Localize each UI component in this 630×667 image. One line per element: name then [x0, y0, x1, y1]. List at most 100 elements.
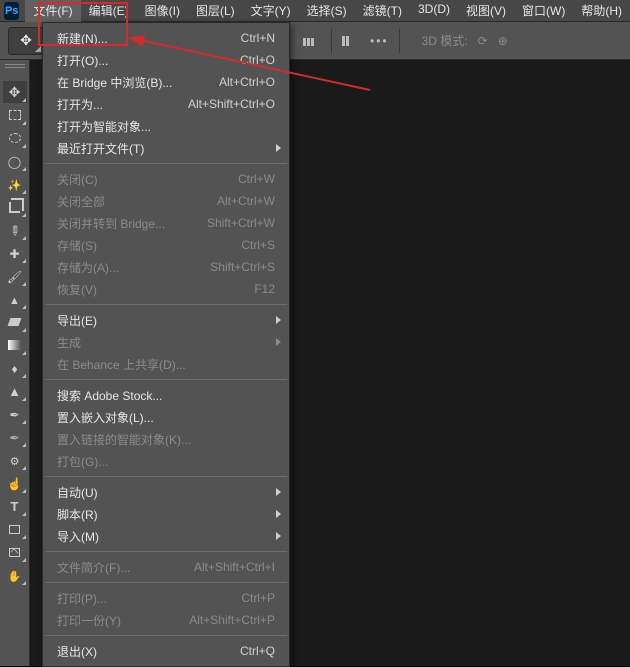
- file-menu-item-1-0: 关闭(C)Ctrl+W: [43, 168, 289, 190]
- menu-item-label: 打开为...: [57, 96, 188, 113]
- lasso-tool[interactable]: [3, 150, 27, 172]
- menu-item-shortcut: Ctrl+Q: [240, 644, 275, 658]
- menu-item-shortcut: Alt+Shift+Ctrl+I: [194, 560, 275, 574]
- menu-item-shortcut: Alt+Ctrl+W: [217, 194, 275, 208]
- menu-item-shortcut: Alt+Shift+Ctrl+O: [188, 97, 275, 111]
- submenu-arrow-icon: [276, 338, 281, 346]
- more-options-button[interactable]: •••: [370, 34, 389, 48]
- path-select-tool-icon: [8, 383, 21, 399]
- file-menu-item-4-0[interactable]: 自动(U): [43, 481, 289, 503]
- curvature-pen-tool[interactable]: [3, 426, 27, 448]
- menu-item-label: 存储为(A)...: [57, 259, 210, 276]
- menu-5[interactable]: 选择(S): [299, 0, 355, 22]
- file-menu-item-0-0[interactable]: 新建(N)...Ctrl+N: [43, 27, 289, 49]
- file-menu-item-1-3: 存储(S)Ctrl+S: [43, 234, 289, 256]
- menu-0[interactable]: 文件(F): [25, 0, 80, 22]
- mode3d-label: 3D 模式:: [422, 32, 468, 49]
- spot-heal-tool[interactable]: [3, 242, 27, 264]
- file-menu-item-0-3[interactable]: 打开为...Alt+Shift+Ctrl+O: [43, 93, 289, 115]
- menu-item-shortcut: Ctrl+O: [240, 53, 275, 67]
- file-menu-item-6-0: 打印(P)...Ctrl+P: [43, 587, 289, 609]
- tool-preset-picker[interactable]: [8, 27, 44, 55]
- menu-item-label: 生成: [57, 334, 275, 351]
- hand-tool[interactable]: [3, 564, 27, 586]
- menu-item-label: 文件简介(F)...: [57, 559, 194, 576]
- distribute-right-button[interactable]: [303, 32, 321, 50]
- eraser-tool[interactable]: [3, 311, 27, 333]
- blur-tool[interactable]: [3, 357, 27, 379]
- eyedropper-tool[interactable]: [3, 219, 27, 241]
- distribute-spacing-button[interactable]: [342, 32, 360, 50]
- move-icon: [20, 32, 32, 49]
- blur-tool-icon: [11, 360, 17, 376]
- finger-tool[interactable]: [3, 472, 27, 494]
- move-tool[interactable]: [3, 81, 27, 103]
- brush-tool[interactable]: [3, 265, 27, 287]
- menu-9[interactable]: 窗口(W): [514, 0, 573, 22]
- menu-item-shortcut: Ctrl+N: [241, 31, 275, 45]
- file-menu-item-0-1[interactable]: 打开(O)...Ctrl+O: [43, 49, 289, 71]
- eraser-tool-icon: [8, 318, 22, 326]
- type-tool-icon: [11, 498, 19, 514]
- menu-10[interactable]: 帮助(H): [573, 0, 630, 22]
- file-menu-item-7-0[interactable]: 退出(X)Ctrl+Q: [43, 640, 289, 662]
- rectangle-tool[interactable]: [3, 518, 27, 540]
- menu-item-label: 脚本(R): [57, 506, 275, 523]
- menu-3[interactable]: 图层(L): [188, 0, 243, 22]
- menu-item-label: 置入链接的智能对象(K)...: [57, 431, 275, 448]
- quick-select-tool[interactable]: [3, 449, 27, 471]
- file-menu-item-1-2: 关闭并转到 Bridge...Shift+Ctrl+W: [43, 212, 289, 234]
- menu-item-label: 置入嵌入对象(L)...: [57, 409, 275, 426]
- lasso-tool-icon: [8, 153, 21, 169]
- ellipse-marquee-tool-icon: [9, 133, 21, 143]
- ellipse-marquee-tool[interactable]: [3, 127, 27, 149]
- menu-item-label: 关闭并转到 Bridge...: [57, 215, 207, 232]
- file-menu-item-3-0[interactable]: 搜索 Adobe Stock...: [43, 384, 289, 406]
- menu-8[interactable]: 视图(V): [458, 0, 514, 22]
- gradient-tool[interactable]: [3, 334, 27, 356]
- separator: [331, 29, 332, 53]
- pen-tool[interactable]: [3, 403, 27, 425]
- menu-item-label: 恢复(V): [57, 281, 254, 298]
- menu-item-label: 导入(M): [57, 528, 275, 545]
- menu-2[interactable]: 图像(I): [137, 0, 188, 22]
- menu-item-shortcut: Ctrl+P: [241, 591, 275, 605]
- menu-item-shortcut: Shift+Ctrl+S: [210, 260, 275, 274]
- separator: [399, 29, 400, 53]
- menu-7[interactable]: 3D(D): [410, 0, 458, 22]
- file-menu-item-3-2: 置入链接的智能对象(K)...: [43, 428, 289, 450]
- menu-item-label: 自动(U): [57, 484, 275, 501]
- toolbar-grip[interactable]: [5, 64, 25, 74]
- menu-4[interactable]: 文字(Y): [243, 0, 299, 22]
- file-menu-item-0-5[interactable]: 最近打开文件(T): [43, 137, 289, 159]
- file-menu-item-2-0[interactable]: 导出(E): [43, 309, 289, 331]
- file-menu-item-4-2[interactable]: 导入(M): [43, 525, 289, 547]
- clone-stamp-tool[interactable]: [3, 288, 27, 310]
- file-menu-item-2-1: 生成: [43, 331, 289, 353]
- file-menu-item-1-5: 恢复(V)F12: [43, 278, 289, 300]
- rect-marquee-tool-icon: [9, 110, 21, 120]
- menu-item-label: 打开(O)...: [57, 52, 240, 69]
- frame-tool[interactable]: [3, 541, 27, 563]
- mode3d-pan-icon[interactable]: ⊕: [498, 34, 508, 48]
- mode3d-orbit-icon[interactable]: ⟳: [478, 34, 488, 48]
- menu-item-label: 导出(E): [57, 312, 275, 329]
- path-select-tool[interactable]: [3, 380, 27, 402]
- rect-marquee-tool[interactable]: [3, 104, 27, 126]
- file-menu-item-0-2[interactable]: 在 Bridge 中浏览(B)...Alt+Ctrl+O: [43, 71, 289, 93]
- menu-item-label: 打印(P)...: [57, 590, 241, 607]
- eyedropper-tool-icon: [9, 222, 20, 239]
- crop-tool[interactable]: [3, 196, 27, 218]
- submenu-arrow-icon: [276, 532, 281, 540]
- app-logo: Ps: [4, 2, 19, 20]
- file-menu-item-4-1[interactable]: 脚本(R): [43, 503, 289, 525]
- menu-6[interactable]: 滤镜(T): [355, 0, 410, 22]
- menu-item-shortcut: Shift+Ctrl+W: [207, 216, 275, 230]
- menu-item-label: 打印一份(Y): [57, 612, 189, 629]
- file-menu-item-3-1[interactable]: 置入嵌入对象(L)...: [43, 406, 289, 428]
- type-tool[interactable]: [3, 495, 27, 517]
- menu-1[interactable]: 编辑(E): [81, 0, 137, 22]
- spot-heal-tool-icon: [9, 245, 19, 261]
- magic-wand-tool[interactable]: [3, 173, 27, 195]
- file-menu-item-0-4[interactable]: 打开为智能对象...: [43, 115, 289, 137]
